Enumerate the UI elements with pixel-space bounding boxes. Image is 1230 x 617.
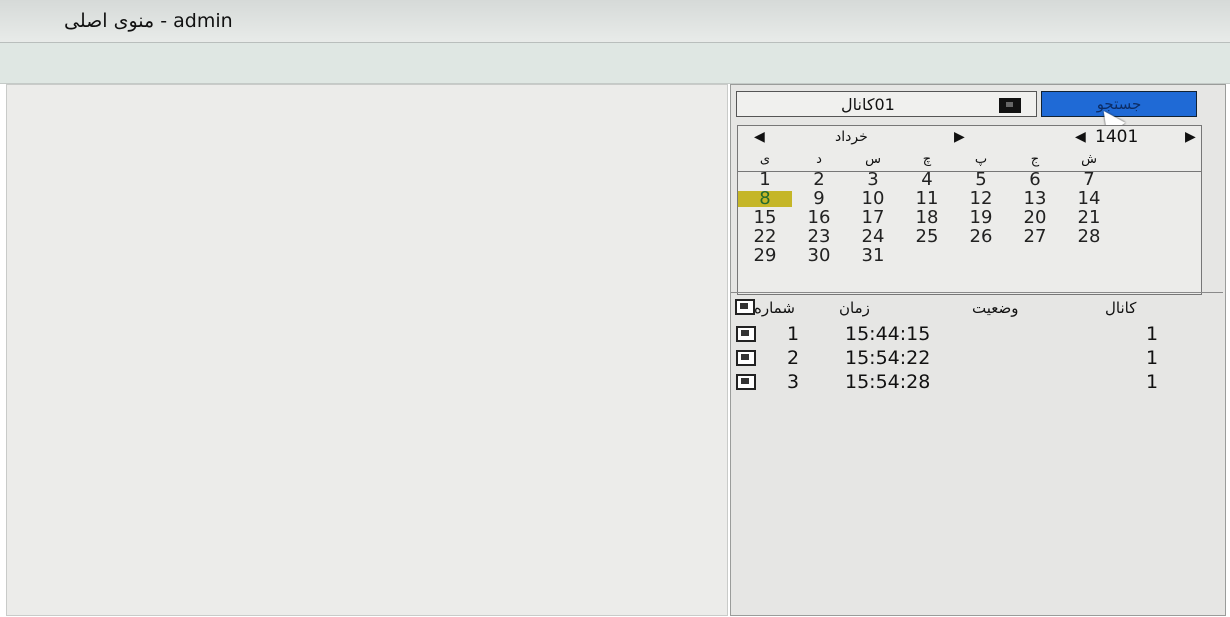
recording-list-header: شماره زمان وضعیت کانال — [731, 295, 1225, 323]
calendar-week: 29 30 31 — [738, 247, 1201, 267]
weekday-label: چ — [922, 152, 932, 167]
calendar-header: ◀ خرداد ▶ ◀ 1401 ▶ — [738, 126, 1201, 150]
calendar-day[interactable]: 4 — [900, 171, 954, 189]
date-calendar: ◀ خرداد ▶ ◀ 1401 ▶ ی د س چ پ ج ش 1 2 3 4… — [737, 125, 1202, 295]
calendar-day[interactable]: 7 — [1062, 171, 1116, 189]
weekday-label: ی — [759, 152, 771, 167]
calendar-day[interactable]: 12 — [954, 190, 1008, 208]
calendar-day[interactable]: 25 — [900, 228, 954, 246]
calendar-day[interactable]: 26 — [954, 228, 1008, 246]
recording-channel: 1 — [1146, 371, 1159, 393]
weekday-label: پ — [974, 152, 988, 167]
title-bar: منوی اصلی - admin — [0, 0, 1230, 43]
calendar-day[interactable]: 9 — [792, 190, 846, 208]
playback-video-area[interactable] — [6, 84, 728, 616]
calendar-day[interactable]: 10 — [846, 190, 900, 208]
column-time: زمان — [839, 299, 870, 317]
recording-number: 1 — [787, 323, 800, 345]
calendar-day[interactable]: 13 — [1008, 190, 1062, 208]
recording-list: شماره زمان وضعیت کانال 1 15:44:15 1 2 15… — [731, 295, 1225, 613]
next-month-icon[interactable]: ▶ — [954, 129, 965, 145]
window-title: منوی اصلی - admin — [64, 10, 233, 32]
column-number: شماره — [754, 299, 795, 317]
recording-channel: 1 — [1146, 347, 1159, 369]
recording-number: 2 — [787, 347, 800, 369]
previous-month-icon[interactable]: ◀ — [754, 129, 765, 145]
weekday-row: ی د س چ پ ج ش — [738, 150, 1201, 172]
calendar-day[interactable]: 30 — [792, 247, 846, 265]
calendar-day[interactable]: 5 — [954, 171, 1008, 189]
recording-row[interactable]: 2 15:54:22 1 — [731, 347, 1225, 371]
calendar-day[interactable]: 19 — [954, 209, 1008, 227]
year-label: 1401 — [1095, 127, 1139, 147]
calendar-day[interactable]: 1 — [738, 171, 792, 189]
calendar-day[interactable]: 15 — [738, 209, 792, 227]
month-label: خرداد — [835, 129, 868, 145]
recording-row[interactable]: 1 15:44:15 1 — [731, 323, 1225, 347]
previous-year-icon[interactable]: ◀ — [1075, 129, 1086, 145]
weekday-label: س — [865, 152, 881, 167]
recording-time: 15:54:22 — [845, 347, 931, 369]
calendar-day[interactable]: 16 — [792, 209, 846, 227]
row-checkbox[interactable] — [736, 326, 756, 342]
calendar-day[interactable]: 22 — [738, 228, 792, 246]
selected-calendar-day[interactable]: 8 — [738, 190, 792, 208]
row-checkbox[interactable] — [736, 374, 756, 390]
next-year-icon[interactable]: ▶ — [1185, 129, 1196, 145]
column-status: وضعیت — [972, 299, 1019, 317]
select-all-checkbox[interactable] — [735, 299, 755, 315]
calendar-day[interactable]: 24 — [846, 228, 900, 246]
calendar-day[interactable]: 23 — [792, 228, 846, 246]
calendar-day[interactable]: 21 — [1062, 209, 1116, 227]
channel-checkbox-icon[interactable] — [999, 98, 1021, 113]
recording-row[interactable]: 3 15:54:28 1 — [731, 371, 1225, 395]
panel-divider — [731, 292, 1223, 293]
recording-channel: 1 — [1146, 323, 1159, 345]
calendar-day[interactable]: 3 — [846, 171, 900, 189]
search-panel: 01کانال جستجو ◀ خرداد ▶ ◀ 1401 ▶ ی د س چ… — [730, 84, 1226, 616]
calendar-day[interactable]: 27 — [1008, 228, 1062, 246]
row-checkbox[interactable] — [736, 350, 756, 366]
weekday-label: ش — [1081, 152, 1097, 167]
column-channel: کانال — [1105, 299, 1137, 317]
calendar-day[interactable]: 18 — [900, 209, 954, 227]
channel-select-label: 01کانال — [841, 95, 895, 114]
toolbar-band — [0, 43, 1230, 84]
recording-time: 15:54:28 — [845, 371, 931, 393]
calendar-day[interactable]: 2 — [792, 171, 846, 189]
calendar-day[interactable]: 29 — [738, 247, 792, 265]
calendar-day[interactable]: 31 — [846, 247, 900, 265]
calendar-day[interactable]: 6 — [1008, 171, 1062, 189]
weekday-label: ج — [1030, 152, 1040, 167]
calendar-day[interactable]: 11 — [900, 190, 954, 208]
calendar-day[interactable]: 17 — [846, 209, 900, 227]
recording-time: 15:44:15 — [845, 323, 931, 345]
search-controls: 01کانال جستجو — [736, 91, 1224, 136]
channel-select[interactable]: 01کانال — [736, 91, 1037, 117]
weekday-label: د — [816, 152, 822, 167]
recording-number: 3 — [787, 371, 800, 393]
calendar-day[interactable]: 14 — [1062, 190, 1116, 208]
calendar-day[interactable]: 20 — [1008, 209, 1062, 227]
calendar-day[interactable]: 28 — [1062, 228, 1116, 246]
